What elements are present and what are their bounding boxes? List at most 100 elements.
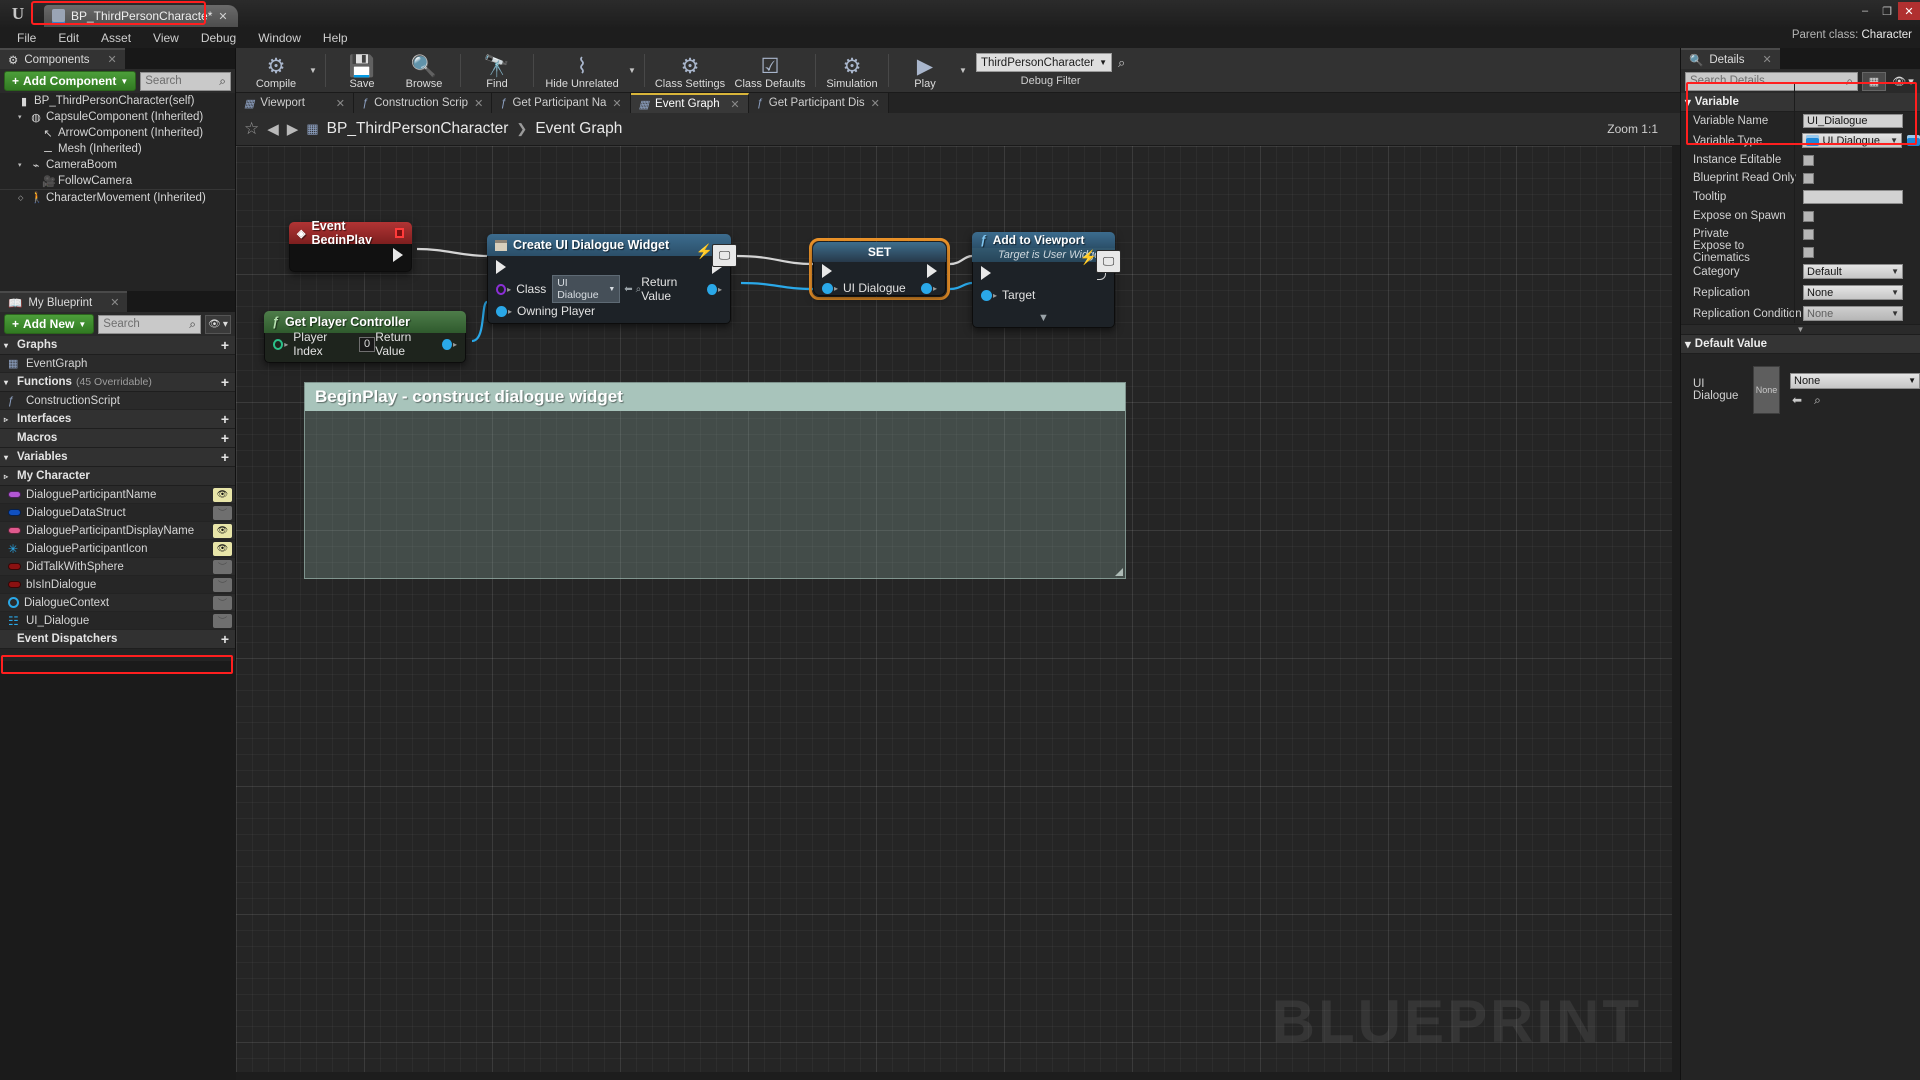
breadcrumb-current[interactable]: Event Graph	[535, 120, 622, 138]
breadcrumb-root[interactable]: BP_ThirdPersonCharacter	[327, 120, 509, 138]
menu-file[interactable]: File	[6, 29, 47, 47]
section-variables[interactable]: ▾ Variables +	[0, 448, 235, 467]
details-column-splitter[interactable]	[1794, 82, 1795, 323]
section-graphs[interactable]: ▾ Graphs +	[0, 336, 235, 355]
expand-node-caret-icon[interactable]: ▼	[973, 312, 1114, 324]
tooltip-input[interactable]	[1803, 190, 1903, 204]
visibility-filter-button[interactable]: 👁 ▾	[205, 314, 231, 334]
add-icon[interactable]: +	[221, 449, 229, 465]
details-section-divider[interactable]: ▼	[1681, 324, 1920, 335]
parent-class-value[interactable]: Character	[1862, 29, 1913, 41]
component-tree-item[interactable]: ▾ ⌁ CameraBoom	[0, 157, 235, 173]
chevron-down-icon[interactable]: ▼	[956, 48, 970, 92]
back-arrow-icon[interactable]: ◀	[267, 120, 279, 138]
blueprint-read-only-checkbox[interactable]	[1803, 172, 1814, 184]
variable-eye-toggle[interactable]: ︶	[213, 559, 232, 574]
tab-details[interactable]: 🔍 Details ✕	[1681, 48, 1780, 69]
toolbar-play-button[interactable]: ▶ Play	[894, 48, 956, 92]
components-search-input[interactable]: Search ⌕	[140, 71, 231, 91]
close-icon[interactable]: ✕	[612, 97, 621, 110]
exec-out-pin[interactable]	[927, 264, 937, 278]
pin-row-class[interactable]: ▸ Class UI Dialogue ▼ ⬅ ⌕ Return Value ▸	[488, 275, 730, 303]
close-icon[interactable]: ✕	[108, 53, 117, 66]
variable-item-didtalkwithsphere[interactable]: DidTalkWithSphere ︶	[0, 558, 235, 576]
private-checkbox[interactable]	[1803, 228, 1814, 240]
node-set-ui-dialogue[interactable]: SET ▸ UI Dialogue ▸	[813, 242, 946, 296]
expand-arrow-icon[interactable]: ◇	[18, 194, 26, 202]
use-selected-asset-icon[interactable]: ⬅	[1792, 393, 1802, 408]
comment-resize-handle[interactable]	[1115, 568, 1123, 576]
target-pin[interactable]	[981, 289, 992, 301]
minimize-button[interactable]: –	[1854, 2, 1876, 20]
exec-in-pin[interactable]	[496, 260, 506, 274]
section-interfaces[interactable]: ▹ Interfaces +	[0, 410, 235, 429]
graph-tab-get-participant-dis[interactable]: ƒ Get Participant Dis ✕	[748, 93, 889, 113]
section-functions[interactable]: ▾ Functions (45 Overridable) +	[0, 373, 235, 392]
toolbar-save-button[interactable]: 💾 Save	[331, 48, 393, 92]
toolbar-class-settings-button[interactable]: ⚙ Class Settings	[650, 48, 730, 92]
window-close-button[interactable]: ✕	[1898, 2, 1920, 20]
expose-to-cinematics-checkbox[interactable]	[1803, 246, 1814, 258]
pin-row-exec-out[interactable]	[290, 244, 411, 266]
component-tree-item[interactable]: 🎥 FollowCamera	[0, 173, 235, 189]
instance-editable-checkbox[interactable]	[1803, 154, 1814, 166]
close-icon[interactable]: ✕	[474, 97, 483, 110]
owning-player-pin[interactable]	[496, 305, 507, 317]
variable-eye-toggle[interactable]: ︶	[213, 613, 232, 628]
graph-tab-get-participant-na[interactable]: ƒ Get Participant Na ✕	[492, 93, 631, 113]
component-tree-item[interactable]: ▾ ◍ CapsuleComponent (Inherited)	[0, 109, 235, 125]
ui-dialogue-in-pin[interactable]	[822, 282, 833, 294]
component-tree-item[interactable]: ▮ BP_ThirdPersonCharacter(self)	[0, 93, 235, 109]
menu-asset[interactable]: Asset	[90, 29, 142, 47]
graph-comment-box[interactable]: BeginPlay - construct dialogue widget	[304, 382, 1126, 579]
details-section-variable[interactable]: ▾ Variable	[1681, 93, 1920, 112]
add-icon[interactable]: +	[221, 337, 229, 353]
close-icon[interactable]: ✕	[218, 10, 227, 23]
default-value-thumbnail[interactable]: None	[1753, 366, 1780, 414]
variable-item-dialogueparticipanticon[interactable]: ✳ DialogueParticipantIcon 👁	[0, 540, 235, 558]
category-combo[interactable]: Default ▼	[1803, 264, 1903, 279]
menu-view[interactable]: View	[142, 29, 190, 47]
exec-out-pin[interactable]	[393, 248, 403, 262]
player-index-pin[interactable]	[273, 338, 284, 350]
pin-row-player-index[interactable]: ▸ Player Index 0 Return Value ▸	[265, 330, 465, 358]
menu-help[interactable]: Help	[312, 29, 359, 47]
browse-asset-icon[interactable]: ⌕	[1814, 393, 1821, 408]
search-icon[interactable]: ⌕	[1118, 55, 1125, 71]
event-graph-canvas[interactable]: BLUEPRINT BeginPlay - construct dialogue…	[236, 146, 1680, 1080]
section-event-dispatchers[interactable]: Event Dispatchers +	[0, 630, 235, 649]
canvas-vertical-scrollbar[interactable]	[1672, 146, 1680, 1080]
my-blueprint-item[interactable]: ƒ ConstructionScript	[0, 392, 235, 410]
variable-item-dialoguedatastruct[interactable]: DialogueDataStruct ︶	[0, 504, 235, 522]
component-tree-item[interactable]: ◇ 🚶 CharacterMovement (Inherited)	[0, 189, 235, 205]
node-add-to-viewport[interactable]: ƒ Add to Viewport Target is User Widget …	[972, 232, 1121, 328]
graph-tab-viewport[interactable]: ▦ Viewport ✕	[236, 93, 354, 113]
canvas-horizontal-scrollbar[interactable]	[236, 1072, 1680, 1080]
node-event-begin-play[interactable]: ◈ Event BeginPlay	[289, 219, 412, 272]
bookmark-star-icon[interactable]: ☆	[244, 119, 259, 139]
add-icon[interactable]: +	[221, 430, 229, 446]
graph-tab-construction-scrip[interactable]: ƒ Construction Scrip ✕	[354, 93, 493, 113]
details-columns-button[interactable]: ▦	[1862, 71, 1886, 91]
toolbar-class-defaults-button[interactable]: ☑ Class Defaults	[730, 48, 810, 92]
variable-name-input[interactable]: UI_Dialogue	[1803, 114, 1903, 128]
exec-in-pin[interactable]	[981, 266, 991, 280]
use-selected-asset-icon[interactable]: ⬅	[624, 284, 632, 295]
player-index-input[interactable]: 0	[358, 336, 376, 352]
variable-item-bisindialogue[interactable]: bIsInDialogue ︶	[0, 576, 235, 594]
toolbar-browse-button[interactable]: 🔍 Browse	[393, 48, 455, 92]
chevron-down-icon[interactable]: ▼	[625, 48, 639, 92]
toolbar-simulation-button[interactable]: ⚙ Simulation	[821, 48, 883, 92]
class-pin[interactable]	[496, 283, 507, 295]
add-icon[interactable]: +	[221, 374, 229, 390]
menu-window[interactable]: Window	[247, 29, 312, 47]
component-tree-item[interactable]: ↖ ArrowComponent (Inherited)	[0, 125, 235, 141]
variable-item-dialogueparticipantdisplayname[interactable]: DialogueParticipantDisplayName 👁	[0, 522, 235, 540]
class-value-dropdown[interactable]: UI Dialogue ▼	[552, 275, 621, 303]
forward-arrow-icon[interactable]: ▶	[287, 120, 299, 138]
details-visibility-button[interactable]: 👁 ▾	[1890, 72, 1916, 91]
variable-eye-toggle[interactable]: 👁	[213, 523, 232, 538]
pin-row-owning-player[interactable]: ▸ Owning Player	[488, 300, 730, 322]
replication-condition-combo[interactable]: None ▼	[1803, 306, 1903, 321]
exec-in-pin[interactable]	[822, 264, 832, 278]
